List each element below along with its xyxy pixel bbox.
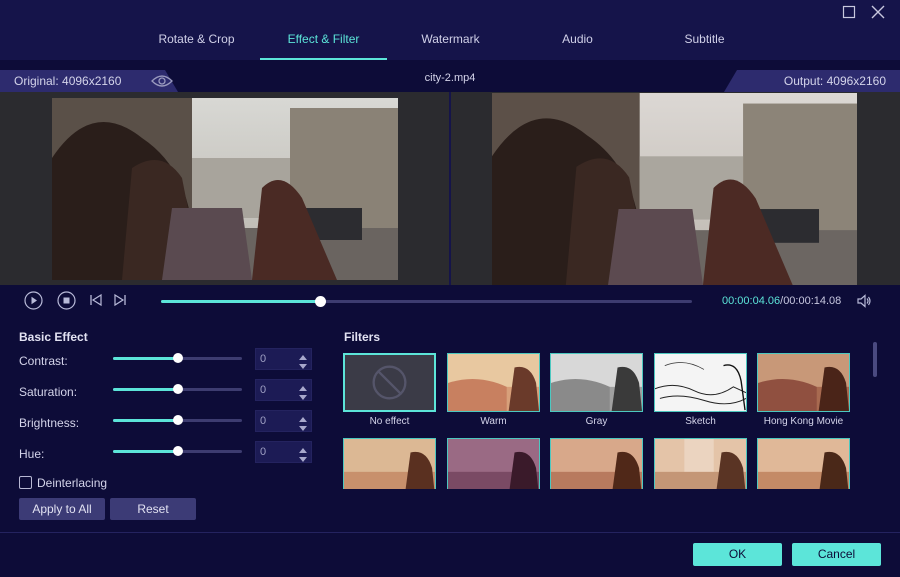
previous-frame-icon[interactable] <box>89 293 103 307</box>
filter-label: Sketch <box>685 416 716 427</box>
filter-label: No effect <box>369 416 410 427</box>
basic-effect-title: Basic Effect <box>19 330 88 344</box>
apply-to-all-button[interactable]: Apply to All <box>19 498 105 520</box>
filter-label: Gray <box>585 416 608 427</box>
close-icon[interactable] <box>870 4 886 20</box>
brightness-slider-handle[interactable] <box>172 415 183 425</box>
brightness-stepper[interactable]: 0 <box>255 410 312 432</box>
playback-progress-handle[interactable] <box>315 296 327 307</box>
playback-progress-fill <box>161 300 321 303</box>
brightness-slider[interactable] <box>113 415 242 425</box>
filters-row-2 <box>343 438 863 489</box>
cancel-button[interactable]: Cancel <box>792 543 881 566</box>
filter-thumbnail[interactable] <box>654 438 747 489</box>
deinterlacing-checkbox[interactable] <box>19 476 32 489</box>
volume-icon[interactable] <box>856 293 872 312</box>
play-icon[interactable] <box>24 291 43 310</box>
dialog-footer: OK Cancel <box>0 532 900 577</box>
contrast-slider-fill <box>113 357 178 360</box>
filter-thumbnail[interactable] <box>550 438 643 489</box>
output-resolution-label: Output: 4096x2160 <box>724 70 900 92</box>
hue-label: Hue: <box>19 447 45 461</box>
hue-slider-handle[interactable] <box>172 446 183 456</box>
caret-down-icon[interactable] <box>298 422 308 431</box>
sketch-thumbnail <box>654 353 747 412</box>
reset-button[interactable]: Reset <box>110 498 196 520</box>
filter-no-effect[interactable]: No effect <box>343 353 436 427</box>
total-time: 00:00:14.08 <box>783 295 842 307</box>
saturation-slider[interactable] <box>113 384 242 394</box>
video-preview-area <box>0 92 900 285</box>
gray-thumbnail <box>550 353 643 412</box>
saturation-stepper[interactable]: 0 <box>255 379 312 401</box>
preview-divider <box>449 92 451 285</box>
filter-label: Warm <box>480 416 507 427</box>
filter-label: Hong Kong Movie <box>763 416 844 427</box>
contrast-slider[interactable] <box>113 353 242 363</box>
maximize-icon[interactable] <box>841 4 857 20</box>
brightness-value: 0 <box>260 415 267 427</box>
warm-thumbnail <box>447 353 540 412</box>
next-frame-icon[interactable] <box>113 293 127 307</box>
hue-stepper[interactable]: 0 <box>255 441 312 463</box>
current-time: 00:00:04.06 <box>722 295 781 307</box>
playback-controls: 00:00:04.06/00:00:14.08 <box>0 285 900 319</box>
deinterlacing-label: Deinterlacing <box>37 476 108 490</box>
tab-watermark[interactable]: Watermark <box>387 22 514 60</box>
filter-sketch[interactable]: Sketch <box>654 353 747 427</box>
output-video-frame <box>492 93 857 285</box>
hue-value: 0 <box>260 446 267 458</box>
brightness-slider-fill <box>113 419 178 422</box>
filters-title: Filters <box>344 330 381 344</box>
preview-info-bar: Original: 4096x2160 city-2.mp4 Output: 4… <box>0 70 900 92</box>
title-bar: Rotate & Crop Effect & Filter Watermark … <box>0 0 900 60</box>
tab-effect-filter[interactable]: Effect & Filter <box>260 22 387 60</box>
caret-up-icon[interactable] <box>298 413 308 422</box>
original-video-frame <box>52 98 398 280</box>
caret-down-icon[interactable] <box>298 391 308 400</box>
tab-audio[interactable]: Audio <box>514 22 641 60</box>
no-effect-thumbnail <box>343 353 436 412</box>
filter-gray[interactable]: Gray <box>550 353 643 427</box>
caret-up-icon[interactable] <box>298 382 308 391</box>
hong-kong-movie-thumbnail <box>757 353 850 412</box>
tab-subtitle[interactable]: Subtitle <box>641 22 768 60</box>
saturation-value: 0 <box>260 384 267 396</box>
saturation-slider-handle[interactable] <box>172 384 183 394</box>
filter-warm[interactable]: Warm <box>447 353 540 427</box>
filter-thumbnail[interactable] <box>447 438 540 489</box>
playback-time: 00:00:04.06/00:00:14.08 <box>722 295 841 307</box>
filter-thumbnail[interactable] <box>343 438 436 489</box>
caret-up-icon[interactable] <box>298 351 308 360</box>
caret-down-icon[interactable] <box>298 360 308 369</box>
saturation-slider-fill <box>113 388 178 391</box>
tab-rotate-crop[interactable]: Rotate & Crop <box>133 22 260 60</box>
caret-up-icon[interactable] <box>298 444 308 453</box>
contrast-stepper[interactable]: 0 <box>255 348 312 370</box>
filter-thumbnail[interactable] <box>757 438 850 489</box>
filters-scrollbar[interactable] <box>873 342 877 377</box>
contrast-label: Contrast: <box>19 354 68 368</box>
caret-down-icon[interactable] <box>298 453 308 462</box>
ok-button[interactable]: OK <box>693 543 782 566</box>
stop-icon[interactable] <box>57 291 76 310</box>
brightness-label: Brightness: <box>19 416 80 430</box>
hue-slider[interactable] <box>113 446 242 456</box>
contrast-value: 0 <box>260 353 267 365</box>
playback-progress-track[interactable] <box>161 296 692 307</box>
saturation-label: Saturation: <box>19 385 78 399</box>
hue-slider-fill <box>113 450 178 453</box>
tab-bar: Rotate & Crop Effect & Filter Watermark … <box>133 22 768 60</box>
filter-hong-kong-movie[interactable]: Hong Kong Movie <box>757 353 850 427</box>
contrast-slider-handle[interactable] <box>172 353 183 363</box>
